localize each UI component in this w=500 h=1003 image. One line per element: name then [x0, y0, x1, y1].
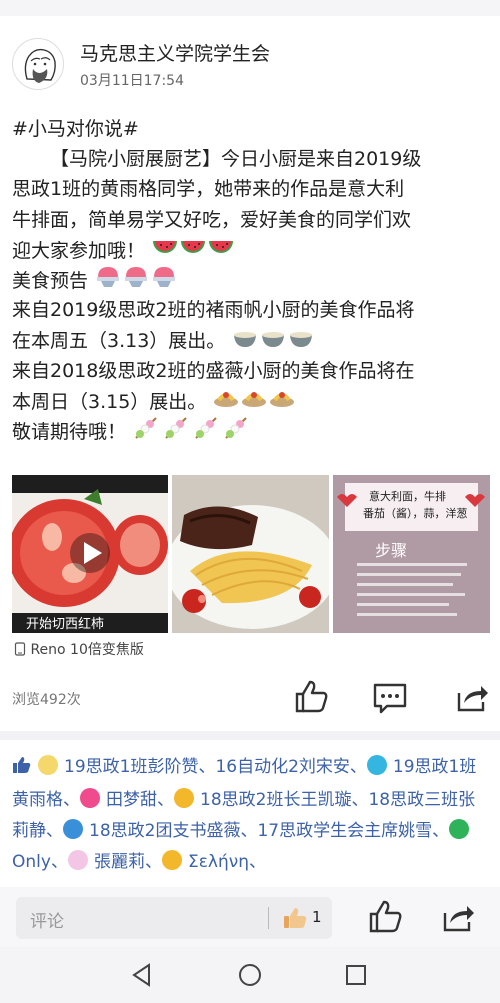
post-text: 来自2019级思政2班的褚雨帆小厨的美食作品将 [12, 299, 415, 322]
recipe-ingredients: 番茄（酱），蒜，洋葱 [363, 507, 468, 520]
divider [268, 907, 269, 929]
recipe-title: 意大利面，牛排 [369, 490, 446, 503]
watermelon-icon [151, 235, 235, 268]
separator: 、 [198, 757, 216, 777]
shaved-ice-icon [94, 265, 178, 298]
separator: 、 [349, 757, 367, 777]
comment-input[interactable]: 评论 1 [16, 897, 332, 939]
post-text: 【马院小厨展厨艺】今日小厨是来自2019级 [50, 148, 422, 171]
like-button[interactable] [291, 677, 331, 717]
like-hand-icon [282, 906, 308, 934]
like-count: 1 [312, 908, 322, 926]
post-text: 迎大家参加哦！ [12, 239, 146, 262]
recipe-heading: 步骤 [375, 541, 408, 560]
separator: 、 [249, 852, 266, 872]
system-nav-bar [0, 947, 500, 1003]
post-text: 在本周五（3.13）展出。 [12, 330, 226, 353]
device-label: Reno 10倍变焦版 [14, 639, 144, 660]
post-text: 美食预告 [12, 270, 89, 293]
post-text: 思政1班的黄雨格同学，她带来的作品是意大利 [12, 178, 405, 201]
liker-avatar-icon [366, 755, 387, 775]
divider [0, 731, 500, 740]
liker-avatar-icon [174, 788, 194, 808]
liker-avatar-icon [80, 788, 100, 808]
post-time: 03月11日17:54 [80, 73, 184, 89]
phone-icon [14, 642, 26, 660]
separator: 、 [432, 821, 450, 841]
post-text: 本周日（3.15）展出。 [12, 390, 207, 413]
post-text: 敬请期待哦！ [12, 420, 127, 443]
liker-avatar-icon [161, 850, 182, 870]
post-text: 牛排面，简单易学又好吃，爱好美食的同学们欢 [12, 208, 412, 231]
separator: 、 [157, 790, 174, 810]
author-name[interactable]: 马克思主义学院学生会 [80, 39, 270, 66]
liker-name[interactable]: 18思政2班长王凯璇 [200, 790, 351, 810]
liker-name[interactable]: 18思政2团支书盛薇 [89, 821, 240, 841]
view-count: 浏览492次 [12, 692, 81, 708]
liker-avatar-icon [38, 755, 58, 775]
liker-name[interactable]: Only [12, 852, 51, 872]
liker-name[interactable]: 張麗莉 [94, 852, 145, 872]
liker-name[interactable]: Σελήνη [188, 852, 249, 872]
share-icon [457, 686, 488, 712]
separator: 、 [144, 852, 162, 872]
recipe-card[interactable]: 意大利面，牛排 番茄（酱），蒜，洋葱 步骤 [333, 475, 490, 633]
likes-list: 19思政1班彭阶赞、16自动化2刘宋安、 19思政1班黄雨格、 田梦甜、 18思政2班… [12, 752, 492, 890]
liker-name[interactable]: 16自动化2刘宋安 [215, 757, 349, 777]
post-text: 来自2018级思政2班的盛薇小厨的美食作品将在 [12, 359, 415, 382]
thumbs-up-icon [369, 900, 402, 933]
comment-bar: 评论 1 [0, 887, 500, 947]
likes-thumb-icon [12, 754, 32, 785]
comment-button[interactable] [370, 677, 410, 717]
avatar[interactable] [12, 38, 64, 90]
post-content: #小马对你说# 【马院小厨展厨艺】今日小厨是来自2019级 思政1班的黄雨格同学… [12, 114, 492, 446]
thumbs-up-icon [295, 680, 328, 713]
comment-bubble-icon [373, 683, 407, 714]
liker-name[interactable]: 19思政1班彭阶赞 [64, 757, 198, 777]
separator: 、 [50, 852, 68, 872]
separator: 、 [240, 821, 258, 841]
status-bar [0, 0, 500, 16]
bottom-like-button[interactable] [365, 897, 405, 937]
liker-avatar-icon [63, 819, 83, 839]
hashtag[interactable]: #小马对你说# [12, 114, 492, 144]
separator: 、 [351, 790, 369, 810]
separator: 、 [63, 790, 80, 810]
separator: 、 [46, 821, 63, 841]
share-icon [443, 906, 474, 932]
soup-bowl-icon [231, 325, 315, 358]
dango-icon [132, 416, 250, 449]
bottom-share-button[interactable] [437, 897, 477, 937]
share-button[interactable] [451, 677, 491, 717]
comment-placeholder: 评论 [30, 912, 64, 932]
video-caption: 开始切西红柿 [26, 617, 105, 632]
home-circle-icon[interactable] [237, 962, 263, 992]
food-photo[interactable] [172, 475, 329, 633]
post-header: 马克思主义学院学生会 03月11日17:54 [0, 30, 500, 100]
recents-square-icon[interactable] [344, 963, 368, 991]
liker-name[interactable]: 田梦甜 [106, 790, 157, 810]
liker-avatar-icon [449, 819, 470, 839]
liker-name[interactable]: 17思政学生会主席姚雪 [257, 821, 432, 841]
liker-avatar-icon [67, 850, 88, 870]
back-triangle-icon[interactable] [130, 962, 154, 992]
device-name: Reno 10倍变焦版 [30, 642, 144, 658]
photo-grid: 开始切西红柿 意大利面，牛排 番茄（酱），蒜，洋葱 步骤 [12, 475, 490, 633]
video-thumbnail[interactable]: 开始切西红柿 [12, 475, 168, 633]
spaghetti-icon [212, 386, 296, 419]
